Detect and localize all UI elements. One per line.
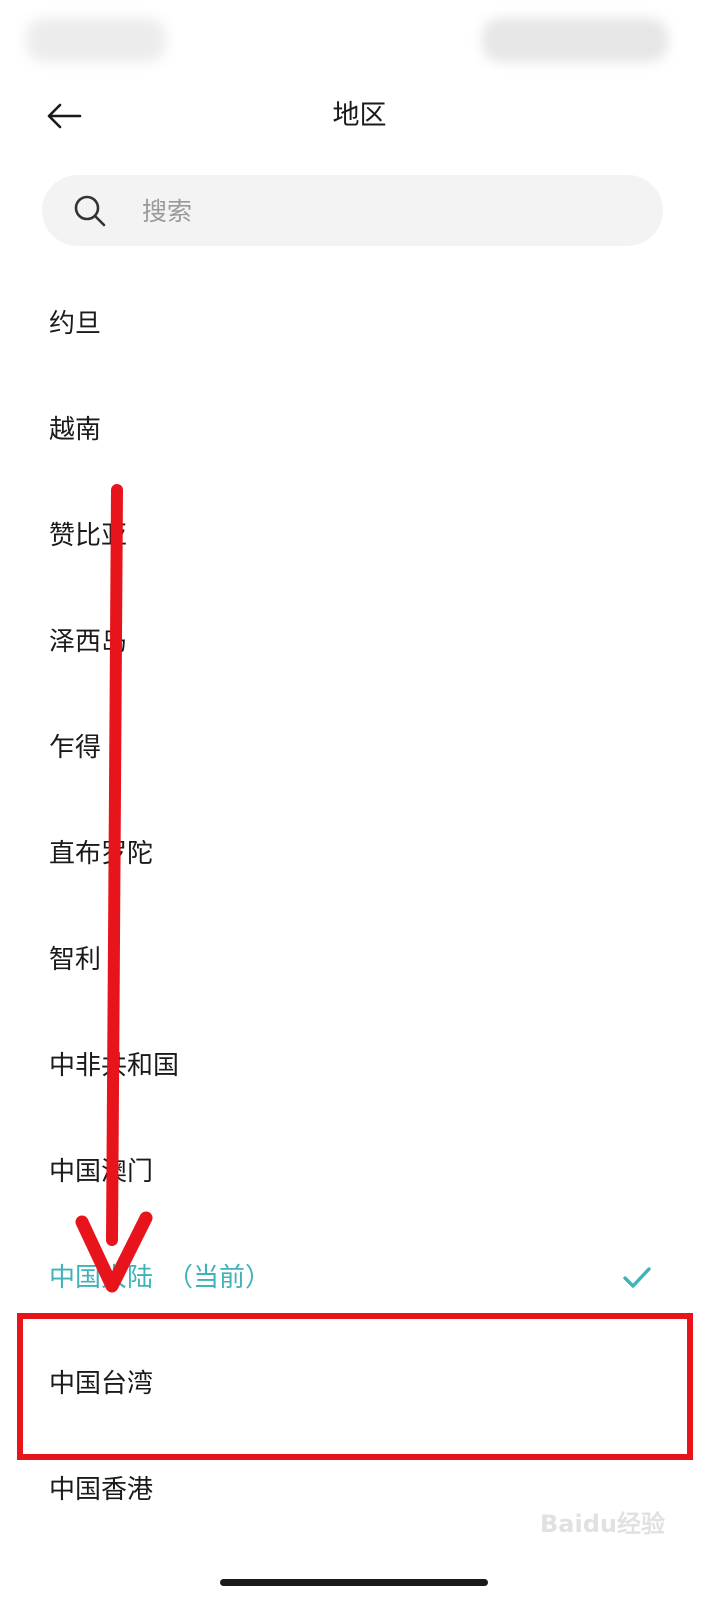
arrow-left-icon xyxy=(47,103,82,129)
search-input[interactable] xyxy=(140,175,644,248)
region-item-current[interactable]: 中国大陆 （当前） xyxy=(0,1225,719,1331)
region-item[interactable]: 智利 xyxy=(0,907,719,1013)
region-item[interactable]: 泽西岛 xyxy=(0,589,719,695)
search-icon xyxy=(74,195,106,227)
region-label: 中国澳门 xyxy=(49,1157,154,1187)
check-icon xyxy=(623,1267,651,1288)
region-list: 约旦 越南 赞比亚 泽西岛 乍得 直布罗陀 智利 中非共和国 中国澳门 中国大陆… xyxy=(0,271,719,1543)
back-button[interactable] xyxy=(36,92,92,140)
home-indicator[interactable] xyxy=(220,1579,488,1586)
current-suffix: （当前） xyxy=(167,1263,272,1293)
region-label: 泽西岛 xyxy=(49,627,128,657)
region-label: 赞比亚 xyxy=(49,521,128,551)
region-label: 约旦 xyxy=(49,309,102,339)
region-item-highlighted[interactable]: 中国台湾 xyxy=(0,1331,719,1437)
status-bar xyxy=(0,0,719,80)
search-bar[interactable] xyxy=(42,175,663,248)
region-label: 中国香港 xyxy=(49,1475,154,1505)
status-bar-right-blurred xyxy=(482,18,668,62)
region-item[interactable]: 乍得 xyxy=(0,695,719,801)
region-item[interactable]: 中国香港 xyxy=(0,1437,719,1543)
status-bar-left-blurred xyxy=(26,18,166,62)
region-item[interactable]: 约旦 xyxy=(0,271,719,377)
region-label: 智利 xyxy=(49,945,102,975)
region-label: 乍得 xyxy=(49,733,102,763)
region-label: 直布罗陀 xyxy=(49,839,154,869)
region-label: 中国大陆 xyxy=(49,1263,154,1293)
header: 地区 xyxy=(0,80,719,152)
page-title: 地区 xyxy=(332,100,387,131)
region-label: 中国台湾 xyxy=(49,1369,154,1399)
region-label: 越南 xyxy=(49,415,102,445)
region-item[interactable]: 中非共和国 xyxy=(0,1013,719,1119)
region-item[interactable]: 中国澳门 xyxy=(0,1119,719,1225)
region-label: 中非共和国 xyxy=(49,1051,180,1081)
region-item[interactable]: 赞比亚 xyxy=(0,483,719,589)
region-item[interactable]: 直布罗陀 xyxy=(0,801,719,907)
region-item[interactable]: 越南 xyxy=(0,377,719,483)
